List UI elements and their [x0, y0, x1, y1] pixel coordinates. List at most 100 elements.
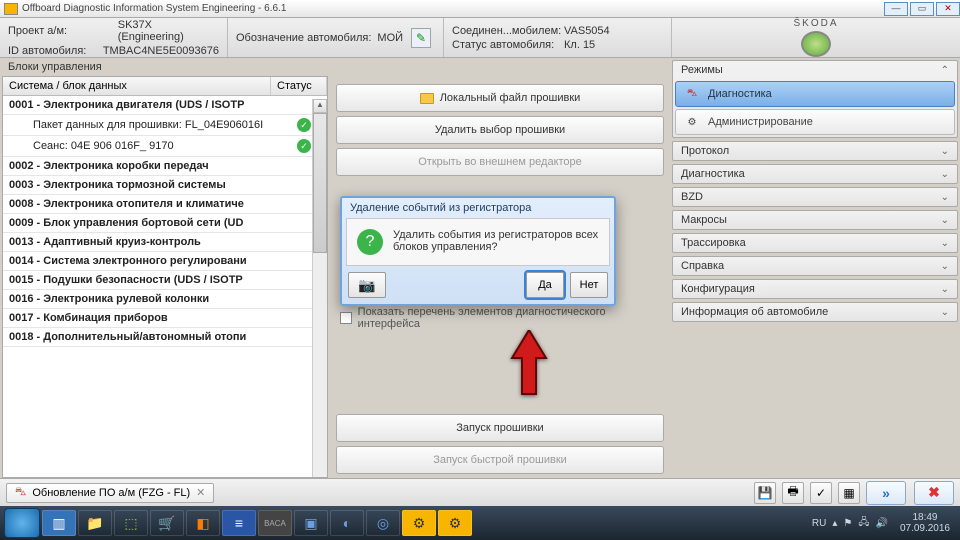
show-elements-label: Показать перечень элементов диагностичес…: [358, 306, 660, 330]
check-icon: ✓: [297, 139, 311, 153]
table-row[interactable]: Сеанс: 04E 906 016F_ 9170✓: [3, 136, 327, 157]
camera-icon: 📷: [358, 277, 375, 294]
vehid-label: ID автомобиля:: [8, 45, 103, 57]
taskbar-app-icon[interactable]: ▥: [42, 510, 76, 536]
vehinfo-panel[interactable]: Информация об автомобиле⌄: [673, 303, 957, 321]
vehid-value: TMBAC4NE5E0093676: [103, 45, 219, 57]
chevron-down-icon: ⌄: [941, 146, 949, 157]
yes-button[interactable]: Да: [526, 272, 564, 298]
no-button[interactable]: Нет: [570, 272, 608, 298]
taskbar: ▥ 📁 ⬚ 🛒 ◧ ≡ BACA ▣ ◐ ◎ ⚙ ⚙ RU ▴ ⚑ 🖧 🔊 18…: [0, 506, 960, 540]
explorer-icon[interactable]: 📁: [78, 510, 112, 536]
screenshot-button[interactable]: 📷: [348, 272, 386, 298]
protocol-panel[interactable]: Протокол⌄: [673, 142, 957, 160]
bottom-bar: ⛍ Обновление ПО а/м (FZG - FL) ✕ 💾 🖶 ✓ ▦…: [0, 478, 960, 506]
taskbar-app-icon[interactable]: BACA: [258, 510, 292, 536]
conn-label: Соединен...мобилем:: [452, 25, 564, 37]
taskbar-app-icon[interactable]: 🛒: [150, 510, 184, 536]
chevron-down-icon: ⌄: [941, 307, 949, 318]
lang-indicator[interactable]: RU: [812, 518, 826, 529]
control-unit-tree: Система / блок данных Статус 0001 - Элек…: [2, 76, 328, 478]
folder-icon: [420, 93, 434, 104]
table-row[interactable]: 0015 - Подушки безопасности (UDS / ISOTP: [3, 271, 327, 290]
dialog-text: Удалить события из регистраторов всех бл…: [393, 229, 599, 255]
show-elements-checkbox[interactable]: [340, 312, 352, 324]
chevron-down-icon: ⌄: [941, 192, 949, 203]
scroll-thumb[interactable]: [313, 113, 327, 253]
taskbar-app-icon[interactable]: ⚙: [438, 510, 472, 536]
calendar-icon[interactable]: ▦: [838, 482, 860, 504]
taskbar-app-icon[interactable]: ⬚: [114, 510, 148, 536]
check-icon: ✓: [297, 118, 311, 132]
modes-panel-header[interactable]: Режимы⌃: [673, 61, 957, 79]
launch-firmware-button[interactable]: Запуск прошивки: [336, 414, 664, 442]
minimize-button[interactable]: —: [884, 2, 908, 16]
taskbar-app-icon[interactable]: ≡: [222, 510, 256, 536]
table-row[interactable]: 0014 - Система электронного регулировани: [3, 252, 327, 271]
status-label: Статус автомобиля:: [452, 39, 564, 51]
open-external-button[interactable]: Открыть во внешнем редакторе: [336, 148, 664, 176]
scroll-up-icon[interactable]: ▲: [313, 99, 327, 113]
question-icon: ?: [357, 229, 383, 255]
table-row[interactable]: 0001 - Электроника двигателя (UDS / ISOT…: [3, 96, 327, 115]
edit-icon[interactable]: ✎: [411, 28, 431, 48]
tray-volume-icon[interactable]: 🔊: [875, 518, 887, 529]
window-title: Offboard Diagnostic Information System E…: [22, 3, 882, 14]
bzd-panel[interactable]: BZD⌄: [673, 188, 957, 206]
local-firmware-button[interactable]: Локальный файл прошивки: [336, 84, 664, 112]
dialog-title: Удаление событий из регистратора: [342, 198, 614, 218]
taskbar-app-icon[interactable]: ◎: [366, 510, 400, 536]
start-button[interactable]: [4, 508, 40, 538]
help-panel[interactable]: Справка⌄: [673, 257, 957, 275]
vertical-scrollbar[interactable]: ▲: [312, 99, 327, 477]
table-row[interactable]: 0002 - Электроника коробки передач: [3, 157, 327, 176]
stop-button[interactable]: ✖: [914, 481, 954, 505]
config-panel[interactable]: Конфигурация⌄: [673, 280, 957, 298]
brand-name: ŠKODA: [793, 18, 838, 29]
forward-button[interactable]: »: [866, 481, 906, 505]
mode-diagnostics[interactable]: ⛍Диагностика: [675, 81, 955, 107]
quick-launch-button[interactable]: Запуск быстрой прошивки: [336, 446, 664, 474]
tray-up-icon[interactable]: ▴: [832, 518, 837, 529]
conn-value: VAS5054: [564, 25, 610, 37]
col-status[interactable]: Статус: [271, 77, 327, 95]
chevron-down-icon: ⌄: [941, 169, 949, 180]
taskbar-app-icon[interactable]: ◐: [330, 510, 364, 536]
project-value: SK37X (Engineering): [118, 19, 219, 43]
maximize-button[interactable]: ▭: [910, 2, 934, 16]
clear-firmware-button[interactable]: Удалить выбор прошивки: [336, 116, 664, 144]
table-row[interactable]: Пакет данных для прошивки: FL_04E906016I…: [3, 115, 327, 136]
taskbar-app-icon[interactable]: ▣: [294, 510, 328, 536]
gear-icon: ⚙: [684, 114, 700, 130]
check-list-icon[interactable]: ✓: [810, 482, 832, 504]
tray-flag-icon[interactable]: ⚑: [843, 518, 852, 529]
save-icon[interactable]: 💾: [754, 482, 776, 504]
brand-logo-icon: [801, 31, 831, 57]
app-icon: [4, 3, 18, 15]
trace-panel[interactable]: Трассировка⌄: [673, 234, 957, 252]
print-icon[interactable]: 🖶: [782, 482, 804, 504]
close-button[interactable]: ✕: [936, 2, 960, 16]
table-row[interactable]: 0018 - Дополнительный/автономный отопи: [3, 328, 327, 347]
taskbar-clock[interactable]: 18:49 07.09.2016: [894, 512, 956, 534]
status-value: Кл. 15: [564, 39, 595, 51]
table-row[interactable]: 0003 - Электроника тормозной системы: [3, 176, 327, 195]
close-tab-icon[interactable]: ✕: [196, 486, 205, 499]
table-row[interactable]: 0016 - Электроника рулевой колонки: [3, 290, 327, 309]
chevron-down-icon: ⌄: [941, 238, 949, 249]
macros-panel[interactable]: Макросы⌄: [673, 211, 957, 229]
bottom-tab[interactable]: ⛍ Обновление ПО а/м (FZG - FL) ✕: [6, 483, 214, 503]
taskbar-app-icon[interactable]: ⚙: [402, 510, 436, 536]
table-row[interactable]: 0008 - Электроника отопителя и климатиче: [3, 195, 327, 214]
tray-network-icon[interactable]: 🖧: [858, 515, 869, 532]
taskbar-app-icon[interactable]: ◧: [186, 510, 220, 536]
mode-admin[interactable]: ⚙Администрирование: [675, 109, 955, 135]
col-system[interactable]: Система / блок данных: [3, 77, 271, 95]
table-row[interactable]: 0009 - Блок управления бортовой сети (UD: [3, 214, 327, 233]
chevron-down-icon: ⌄: [941, 284, 949, 295]
diagnostics-panel[interactable]: Диагностика⌄: [673, 165, 957, 183]
table-row[interactable]: 0017 - Комбинация приборов: [3, 309, 327, 328]
table-row[interactable]: 0013 - Адаптивный круиз-контроль: [3, 233, 327, 252]
car-icon: ⛍: [15, 486, 26, 500]
project-label: Проект а/м:: [8, 25, 118, 37]
